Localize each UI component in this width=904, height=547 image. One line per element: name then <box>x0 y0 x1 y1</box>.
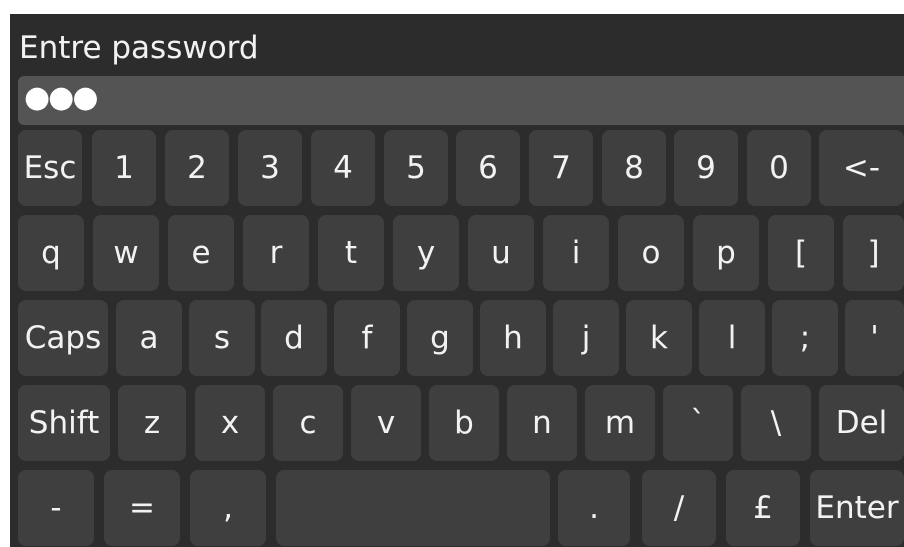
left-bracket-key[interactable]: [ <box>768 215 834 291</box>
pound-key[interactable]: £ <box>726 470 800 546</box>
key-u[interactable]: u <box>468 215 534 291</box>
equals-key[interactable]: = <box>104 470 180 546</box>
key-q[interactable]: q <box>18 215 84 291</box>
on-screen-keyboard: Esc 1 2 3 4 5 6 7 8 9 0 <- q w e r t y u i o p[] Caps a s d f g h j k l… <box>10 130 904 547</box>
key-0[interactable]: 0 <box>747 130 811 206</box>
slash-key[interactable]: / <box>642 470 716 546</box>
key-v[interactable]: v <box>351 385 421 461</box>
enter-key[interactable]: Enter <box>810 470 904 546</box>
key-s[interactable]: s <box>189 300 255 376</box>
key-m[interactable]: m <box>585 385 655 461</box>
key-8[interactable]: 8 <box>602 130 666 206</box>
right-bracket-key[interactable]: ] <box>843 215 904 291</box>
key-3[interactable]: 3 <box>238 130 302 206</box>
key-c[interactable]: c <box>273 385 343 461</box>
key-4[interactable]: 4 <box>311 130 375 206</box>
key-r[interactable]: r <box>243 215 309 291</box>
key-z[interactable]: z <box>118 385 186 461</box>
key-x[interactable]: x <box>195 385 265 461</box>
shift-key[interactable]: Shift <box>18 385 110 461</box>
key-j[interactable]: j <box>553 300 619 376</box>
key-f[interactable]: f <box>334 300 400 376</box>
key-6[interactable]: 6 <box>456 130 520 206</box>
keyboard-row-3: Caps a s d f g h j k l; ' <box>10 300 904 376</box>
backslash-key[interactable]: \ <box>741 385 811 461</box>
key-9[interactable]: 9 <box>674 130 738 206</box>
space-key[interactable] <box>276 470 550 546</box>
backtick-key[interactable]: ` <box>663 385 733 461</box>
minus-key[interactable]: - <box>18 470 94 546</box>
password-masked-value: ●●● <box>24 80 99 115</box>
dialog-title: Entre password <box>19 30 259 66</box>
key-n[interactable]: n <box>507 385 577 461</box>
key-a[interactable]: a <box>116 300 182 376</box>
semicolon-key[interactable]: ; <box>772 300 838 376</box>
keyboard-row-5: - =,. / £ Enter <box>10 470 904 546</box>
key-o[interactable]: o <box>618 215 684 291</box>
apostrophe-key[interactable]: ' <box>845 300 904 376</box>
keyboard-row-4: Shift z x c v b n m ` \ Del <box>10 385 904 461</box>
key-7[interactable]: 7 <box>529 130 593 206</box>
key-i[interactable]: i <box>543 215 609 291</box>
key-p[interactable]: p <box>693 215 759 291</box>
key-e[interactable]: e <box>168 215 234 291</box>
password-dialog: Entre password ●●● Esc 1 2 3 4 5 6 7 8 9 0 <- q w e r t y… <box>10 14 904 547</box>
key-k[interactable]: k <box>626 300 692 376</box>
key-t[interactable]: t <box>318 215 384 291</box>
delete-key[interactable]: Del <box>819 385 904 461</box>
key-g[interactable]: g <box>407 300 473 376</box>
caps-lock-key[interactable]: Caps <box>18 300 108 376</box>
keyboard-row-2: q w e r t y u i o p[] <box>10 215 904 291</box>
esc-key[interactable]: Esc <box>18 130 82 206</box>
key-b[interactable]: b <box>429 385 499 461</box>
period-key[interactable]: . <box>558 470 630 546</box>
backspace-key[interactable]: <- <box>819 130 904 206</box>
keyboard-row-1: Esc 1 2 3 4 5 6 7 8 9 0 <- <box>10 130 904 206</box>
key-1[interactable]: 1 <box>92 130 156 206</box>
key-y[interactable]: y <box>393 215 459 291</box>
key-5[interactable]: 5 <box>384 130 448 206</box>
key-l[interactable]: l <box>699 300 765 376</box>
key-h[interactable]: h <box>480 300 546 376</box>
key-2[interactable]: 2 <box>165 130 229 206</box>
comma-key[interactable]: , <box>190 470 266 546</box>
password-field[interactable]: ●●● <box>18 76 904 125</box>
key-d[interactable]: d <box>261 300 327 376</box>
key-w[interactable]: w <box>93 215 159 291</box>
